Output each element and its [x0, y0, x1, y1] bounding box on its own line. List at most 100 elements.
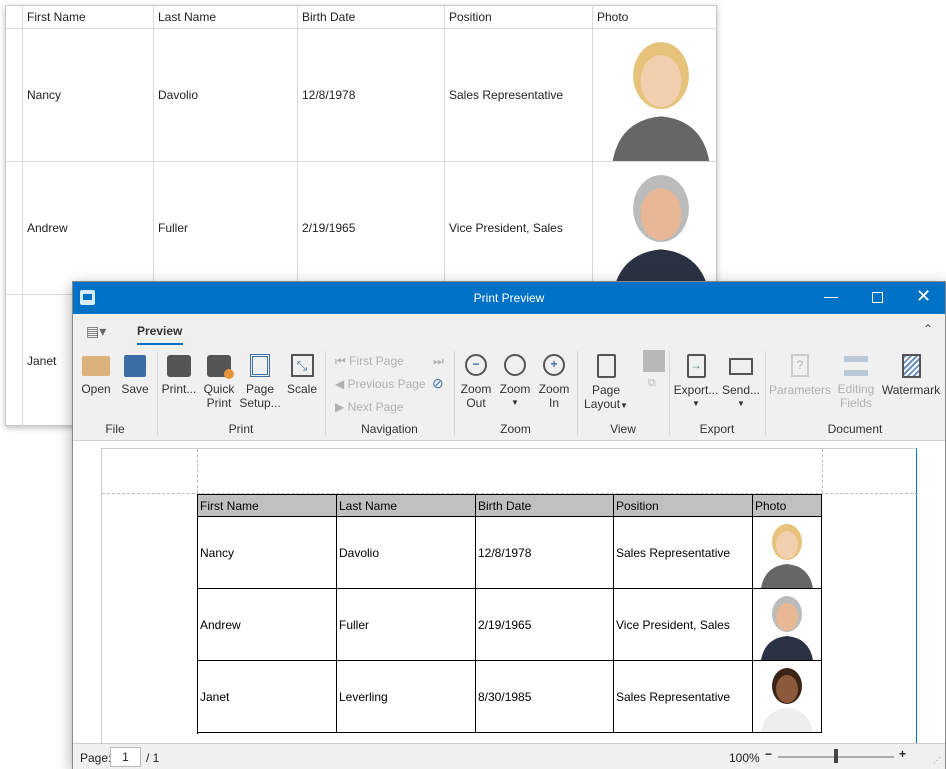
column-header-position[interactable]: Position: [445, 6, 593, 29]
report-cell: Sales Representative: [614, 517, 753, 589]
ribbon: ▤▾ Preview ⌃ Open Save File Print... Qui…: [73, 314, 945, 441]
group-label-view: View: [610, 422, 636, 436]
page-icon: [596, 354, 616, 378]
margin-line: [197, 449, 198, 493]
dropdown-arrow-icon: ▼: [737, 399, 745, 408]
next-page-button[interactable]: ▶ Next Page: [335, 400, 404, 414]
multi-page-view-button[interactable]: ⧉: [648, 377, 656, 390]
minimize-button[interactable]: —: [824, 288, 838, 304]
zoom-out-label-2: Out: [466, 396, 486, 410]
row-indicator[interactable]: [6, 162, 23, 295]
grid-photo-cell[interactable]: [593, 29, 717, 162]
zoom-in-button[interactable]: + Zoom In: [536, 354, 572, 410]
grid-cell[interactable]: Vice President, Sales: [445, 162, 593, 295]
column-header-photo[interactable]: Photo: [593, 6, 717, 29]
grid-photo-cell[interactable]: [593, 162, 717, 295]
app-menu-icon[interactable]: ▤▾: [86, 323, 106, 340]
zoom-dropdown-button[interactable]: Zoom ▼: [497, 354, 533, 410]
row-indicator[interactable]: [6, 29, 23, 162]
report-cell: Nancy: [198, 517, 337, 589]
watermark-label: Watermark: [881, 383, 941, 397]
setup-label-2: Setup...: [239, 396, 281, 410]
page-layout-label-1: Page: [591, 383, 621, 397]
quick-print-button[interactable]: Quick Print: [201, 354, 237, 410]
printer-icon: [167, 355, 191, 377]
watermark-icon: [901, 354, 921, 378]
zoom-in-small-button[interactable]: +: [899, 747, 906, 761]
first-page-button[interactable]: ⏮ First Page: [335, 354, 404, 369]
grid-cell[interactable]: Andrew: [23, 162, 154, 295]
dropdown-arrow-icon: ▼: [692, 399, 700, 408]
maximize-button[interactable]: [872, 292, 883, 303]
resize-grip-icon[interactable]: ⋰: [933, 756, 941, 765]
send-button[interactable]: Send... ▼: [720, 354, 762, 411]
grid-cell[interactable]: Fuller: [154, 162, 298, 295]
grid-cell[interactable]: Nancy: [23, 29, 154, 162]
employee-photo: [761, 524, 813, 588]
page-number-input[interactable]: 1: [110, 747, 141, 767]
last-page-button[interactable]: ⏭: [433, 354, 444, 369]
grid-cell[interactable]: 2/19/1965: [298, 162, 445, 295]
export-button[interactable]: → Export... ▼: [673, 354, 719, 411]
go-to-page-compass-icon[interactable]: ⊘: [432, 375, 444, 392]
margin-line: [822, 449, 823, 493]
employee-photo: [761, 668, 813, 732]
scale-button[interactable]: ⤡ Scale: [285, 354, 319, 396]
envelope-icon: [729, 358, 753, 375]
quick-label-2: Print: [206, 396, 232, 410]
document-viewer[interactable]: First Name Last Name Birth Date Position…: [73, 441, 945, 743]
close-button[interactable]: ✕: [916, 286, 931, 307]
page-setup-button[interactable]: Page Setup...: [239, 354, 281, 410]
grid-cell[interactable]: Davolio: [154, 29, 298, 162]
column-header-first-name[interactable]: First Name: [23, 6, 154, 29]
quick-print-icon: [207, 355, 234, 379]
previous-page-button[interactable]: ◀ Previous Page: [335, 377, 426, 391]
page-setup-icon: [250, 354, 270, 377]
column-header-last-name[interactable]: Last Name: [154, 6, 298, 29]
previous-page-label: Previous Page: [347, 377, 426, 391]
zoom-out-small-button[interactable]: −: [765, 747, 772, 761]
report-cell: Leverling: [337, 661, 476, 733]
zoom-out-icon: −: [465, 354, 487, 376]
dropdown-arrow-icon: ▼: [511, 398, 519, 407]
employee-photo: [612, 42, 710, 161]
row-indicator[interactable]: [6, 295, 23, 428]
group-label-file: File: [105, 422, 125, 436]
page-layout-button[interactable]: Page Layout▼: [583, 354, 629, 413]
previous-page-icon: ◀: [335, 377, 348, 391]
export-icon: →: [686, 354, 706, 378]
print-button[interactable]: Print...: [161, 354, 197, 396]
parameters-label: Parameters: [769, 383, 832, 397]
zoom-slider-thumb[interactable]: [834, 749, 838, 763]
save-label: Save: [121, 382, 149, 396]
tab-preview[interactable]: Preview: [137, 324, 182, 338]
zoom-icon: [504, 354, 526, 376]
save-button[interactable]: Save: [118, 354, 152, 396]
watermark-button[interactable]: Watermark: [879, 354, 943, 397]
zoom-percent: 100%: [729, 751, 760, 765]
first-page-icon: ⏮: [335, 354, 350, 368]
editing-fields-button[interactable]: Editing Fields: [833, 354, 879, 410]
parameters-icon: ?: [791, 354, 809, 377]
title-bar: Print Preview — ✕: [73, 282, 945, 314]
open-button[interactable]: Open: [79, 354, 113, 396]
report-header-last-name: Last Name: [337, 495, 476, 517]
single-page-view-button[interactable]: [643, 350, 665, 372]
report-cell: Davolio: [337, 517, 476, 589]
column-header-birth-date[interactable]: Birth Date: [298, 6, 445, 29]
collapse-ribbon-icon[interactable]: ⌃: [923, 322, 933, 336]
grid-cell[interactable]: Sales Representative: [445, 29, 593, 162]
floppy-icon: [124, 355, 146, 377]
row-indicator-header: [6, 6, 23, 29]
print-preview-window: Print Preview — ✕ ▤▾ Preview ⌃ Open Save…: [72, 281, 946, 769]
zoom-out-label-1: Zoom: [460, 382, 492, 396]
page: First Name Last Name Birth Date Position…: [101, 448, 918, 743]
parameters-button[interactable]: ? Parameters: [769, 354, 831, 397]
export-label: Export...: [673, 383, 719, 397]
quick-label-1: Quick: [203, 382, 235, 396]
report-header-birth-date: Birth Date: [476, 495, 614, 517]
report-photo-cell: [753, 517, 822, 589]
zoom-out-button[interactable]: − Zoom Out: [458, 354, 494, 410]
zoom-in-icon: +: [543, 354, 565, 376]
grid-cell[interactable]: 12/8/1978: [298, 29, 445, 162]
